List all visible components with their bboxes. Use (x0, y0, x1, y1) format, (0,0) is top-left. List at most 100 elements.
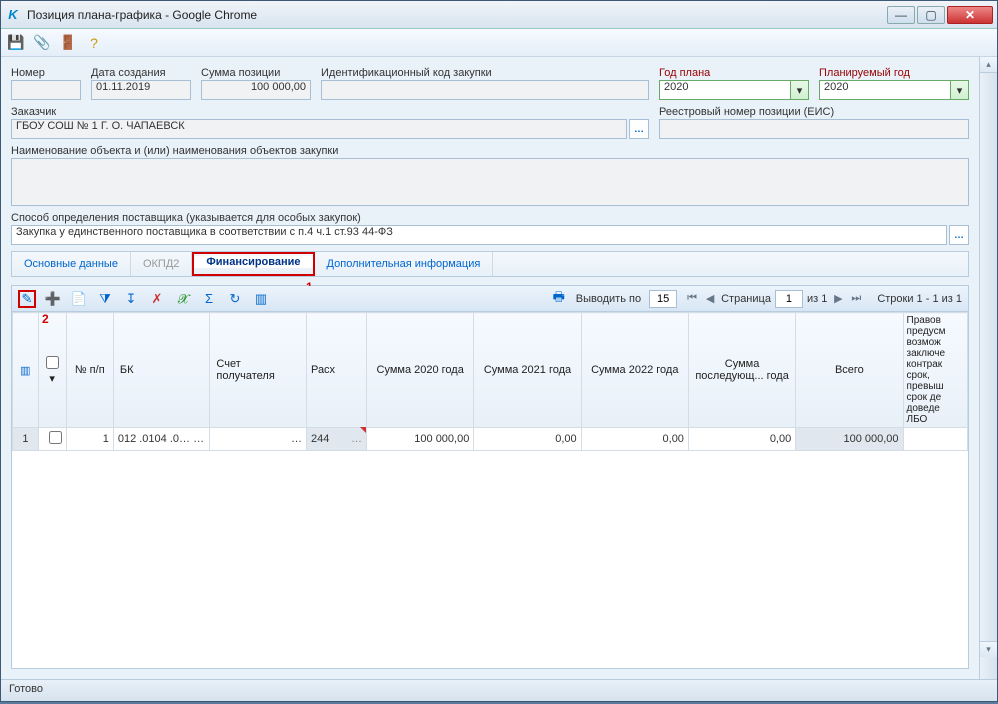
window-buttons: — ▢ ✕ (887, 6, 993, 24)
label-number: Номер (11, 67, 81, 79)
cell-exp: 244 … (306, 428, 366, 451)
page-of: из 1 (807, 293, 827, 305)
annotation-2: 2 (42, 312, 49, 326)
col-total[interactable]: Всего (796, 313, 903, 428)
copy-icon[interactable]: 📄 (70, 290, 88, 308)
status-bar: Готово (1, 679, 997, 701)
col-bk[interactable]: БК (113, 313, 210, 428)
label-planned-year: Планируемый год (819, 67, 969, 79)
paperclip-icon[interactable]: 📎 (33, 34, 51, 52)
table-row[interactable]: 1 1 012 .0104 .0… … … 244 … 100 000,00 0… (13, 428, 968, 451)
row-checkbox[interactable] (49, 431, 62, 444)
main-panel: Номер Дата создания 01.11.2019 Сумма поз… (1, 57, 979, 679)
select-planned-year[interactable]: 2020 ▾ (819, 80, 969, 100)
grid-body[interactable]: ▥ ▾ № п/п БК Счет получателя Расх Сумма … (12, 312, 968, 668)
minimize-button[interactable]: — (887, 6, 915, 24)
lookup-button[interactable]: … (949, 225, 969, 245)
label-supplier-method: Способ определения поставщика (указывает… (11, 212, 969, 224)
exit-icon[interactable]: 🚪 (59, 34, 77, 52)
col-s2020[interactable]: Сумма 2020 года (367, 313, 474, 428)
sort-icon[interactable]: ↧ (122, 290, 140, 308)
sum-icon[interactable]: Σ (200, 290, 218, 308)
col-check[interactable]: ▾ (38, 313, 66, 428)
input-number[interactable] (11, 80, 81, 100)
flag-icon (360, 427, 366, 433)
grid-wrapper: ✎ ➕ 📄 ⧩ ↧ ✗ 𝓧 Σ ↻ ▥ 🖶 Выводить по ⏮ (11, 285, 969, 669)
col-exp[interactable]: Расх (306, 313, 366, 428)
chevron-down-icon[interactable]: ▾ (951, 80, 969, 100)
cell-account: … (210, 428, 307, 451)
lookup-button[interactable]: … (629, 119, 649, 139)
input-created[interactable]: 01.11.2019 (91, 80, 191, 100)
check-all[interactable] (46, 356, 59, 369)
filter-icon[interactable]: ⧩ (96, 290, 114, 308)
col-legal[interactable]: Правовпредусмвозможзаключеконтраксрок,пр… (903, 313, 967, 428)
edit-icon[interactable]: ✎ (18, 290, 36, 308)
input-registry[interactable] (659, 119, 969, 139)
columns-icon[interactable]: ▥ (252, 290, 270, 308)
grid-toolbar: ✎ ➕ 📄 ⧩ ↧ ✗ 𝓧 Σ ↻ ▥ 🖶 Выводить по ⏮ (12, 286, 968, 312)
cell-s2022: 0,00 (581, 428, 688, 451)
col-s2022[interactable]: Сумма 2022 года (581, 313, 688, 428)
cell-bk: 012 .0104 .0… … (113, 428, 210, 451)
col-npp[interactable]: № п/п (66, 313, 113, 428)
close-button[interactable]: ✕ (947, 6, 993, 24)
label-ikz: Идентификационный код закупки (321, 67, 649, 79)
pager-next-icon[interactable]: ▶ (831, 291, 845, 307)
label-plan-year: Год плана (659, 67, 809, 79)
label-object-name: Наименование объекта и (или) наименовани… (11, 145, 969, 157)
tab-main[interactable]: Основные данные (12, 252, 131, 276)
maximize-button[interactable]: ▢ (917, 6, 945, 24)
content: Номер Дата создания 01.11.2019 Сумма поз… (1, 57, 997, 679)
scroll-up-icon[interactable]: ▴ (980, 57, 997, 73)
window-title: Позиция плана-графика - Google Chrome (27, 8, 887, 22)
chevron-down-icon[interactable]: ▾ (791, 80, 809, 100)
col-account[interactable]: Счет получателя (210, 313, 307, 428)
refresh-icon[interactable]: ↻ (226, 290, 244, 308)
scroll-down-icon[interactable]: ▾ (980, 641, 997, 657)
pager-last-icon[interactable]: ⏭ (849, 291, 863, 307)
pager: ⏮ ◀ Страница из 1 ▶ ⏭ (685, 290, 863, 308)
window: K Позиция плана-графика - Google Chrome … (0, 0, 998, 702)
label-registry: Реестровый номер позиции (ЕИС) (659, 106, 969, 118)
add-icon[interactable]: ➕ (44, 290, 62, 308)
cell-npp: 1 (66, 428, 113, 451)
textarea-object-name[interactable] (11, 158, 969, 206)
col-s2021[interactable]: Сумма 2021 года (474, 313, 581, 428)
output-label: Выводить по (576, 293, 641, 305)
tabs: Основные данные ОКПД2 Финансирование Доп… (11, 251, 969, 277)
cell-snext: 0,00 (688, 428, 795, 451)
label-customer: Заказчик (11, 106, 649, 118)
input-ikz[interactable] (321, 80, 649, 100)
clear-filter-icon[interactable]: ✗ (148, 290, 166, 308)
label-created: Дата создания (91, 67, 191, 79)
input-customer[interactable]: ГБОУ СОШ № 1 Г. О. ЧАПАЕВСК (11, 119, 627, 139)
vertical-scrollbar[interactable]: ▴ ▾ (979, 57, 997, 679)
export-excel-icon[interactable]: 𝓧 (174, 290, 192, 308)
input-supplier-method[interactable]: Закупка у единственного поставщика в соо… (11, 225, 947, 245)
highlight-tab-financing: Финансирование (192, 252, 314, 276)
tab-okpd2[interactable]: ОКПД2 (131, 252, 192, 276)
save-icon[interactable]: 💾 (7, 34, 25, 52)
col-snext[interactable]: Сумма последующ... года (688, 313, 795, 428)
main-toolbar: 💾 📎 🚪 ? (1, 29, 997, 57)
tab-financing[interactable]: Финансирование (194, 254, 312, 268)
pager-prev-icon[interactable]: ◀ (703, 291, 717, 307)
cell-s2021: 0,00 (474, 428, 581, 451)
value-plan-year: 2020 (659, 80, 791, 100)
app-icon: K (5, 7, 21, 23)
cell-check[interactable] (38, 428, 66, 451)
value-planned-year: 2020 (819, 80, 951, 100)
select-plan-year[interactable]: 2020 ▾ (659, 80, 809, 100)
page-label: Страница (721, 293, 771, 305)
page-value[interactable] (775, 290, 803, 308)
tab-additional[interactable]: Дополнительная информация (315, 252, 494, 276)
grid-table: ▥ ▾ № п/п БК Счет получателя Расх Сумма … (12, 312, 968, 451)
print-icon[interactable]: 🖶 (550, 290, 568, 308)
rows-label: Строки 1 - 1 из 1 (877, 293, 962, 305)
help-icon[interactable]: ? (85, 34, 103, 52)
pager-first-icon[interactable]: ⏮ (685, 291, 699, 307)
output-value[interactable] (649, 290, 677, 308)
col-icon[interactable]: ▥ (13, 313, 39, 428)
input-sum[interactable]: 100 000,00 (201, 80, 311, 100)
